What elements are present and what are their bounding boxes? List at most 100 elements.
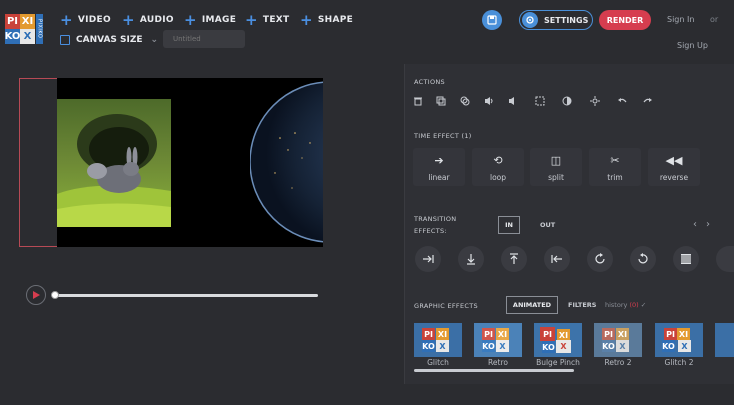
time-effect-reverse[interactable]: ◀◀ reverse [648, 148, 700, 186]
earth-image [250, 78, 323, 247]
canvas-icon [60, 35, 70, 45]
earth-image-clip[interactable] [250, 78, 323, 247]
thumb-tile: PI [422, 328, 435, 340]
pixiko-logo[interactable]: PI XI KO X PIXIKO [5, 14, 43, 44]
chevron-right-icon[interactable]: › [706, 219, 710, 230]
logo-side-text: PIXIKO [36, 14, 43, 44]
effect-thumb-glitch[interactable]: PI XI KO X [414, 323, 462, 357]
add-audio-button[interactable]: + AUDIO [122, 11, 174, 29]
volume-down-icon[interactable] [506, 94, 520, 108]
time-effect-label: trim [607, 173, 623, 182]
logo-tile-2: XI [20, 14, 35, 29]
effect-thumb-retro[interactable]: PI XI KO X [474, 323, 522, 357]
thumb-tile: X [556, 340, 571, 353]
effect-thumb-retro-2[interactable]: PI XI KO X [594, 323, 642, 357]
chevron-left-icon[interactable]: ‹ [693, 219, 697, 230]
effect-thumb-partial[interactable] [715, 323, 734, 357]
effect-label: Retro 2 [604, 358, 632, 367]
crop-icon[interactable] [533, 94, 547, 108]
tab-in[interactable]: IN [498, 216, 520, 234]
chevron-down-icon: ⌄ [150, 35, 159, 45]
copy-icon[interactable] [458, 94, 472, 108]
thumb-tile: XI [436, 328, 449, 340]
tab-animated[interactable]: ANIMATED [506, 296, 558, 314]
thumb-tile: PI [664, 328, 677, 340]
tab-filters[interactable]: FILTERS [568, 301, 597, 309]
thumb-tile: X [616, 340, 629, 352]
play-button[interactable] [26, 285, 46, 305]
contrast-icon[interactable] [560, 94, 574, 108]
plus-icon: + [122, 11, 135, 29]
add-text-button[interactable]: + TEXT [245, 11, 290, 29]
redo-icon[interactable] [641, 94, 655, 108]
trash-icon[interactable] [411, 94, 425, 108]
split-icon: ◫ [550, 154, 562, 167]
gear-icon [522, 12, 538, 28]
scissors-icon: ✂ [610, 154, 620, 167]
arrow-right-icon: ➔ [434, 154, 444, 167]
effect-thumb-bulge-pinch[interactable]: PI XI KO X [534, 323, 582, 357]
add-video-button[interactable]: + VIDEO [60, 13, 111, 28]
add-shape-label: SHAPE [317, 15, 354, 25]
brightness-icon[interactable] [588, 94, 602, 108]
settings-button[interactable]: SETTINGS [519, 10, 593, 30]
time-effect-split[interactable]: ◫ split [530, 148, 582, 186]
pixiko-logo-thumb: PI XI KO X [540, 327, 576, 353]
transition-heading: TRANSITION [414, 215, 457, 223]
thumb-tile: KO [662, 340, 675, 352]
canvas-size-dropdown[interactable]: CANVAS SIZE ⌄ [60, 33, 158, 47]
slide-down-icon[interactable] [458, 246, 484, 272]
time-effect-label: loop [489, 173, 507, 182]
thumb-tile: PI [482, 328, 495, 340]
transition-heading-2: EFFECTS: [414, 227, 447, 235]
render-button[interactable]: RENDER [599, 10, 651, 30]
bunny-video-image [57, 99, 171, 227]
volume-up-icon[interactable] [482, 94, 496, 108]
time-effect-loop[interactable]: ⟲ loop [472, 148, 524, 186]
sign-in-link[interactable]: Sign In [667, 15, 694, 24]
thumb-tile: KO [422, 340, 435, 352]
thumb-tile: KO [482, 340, 495, 352]
sign-up-link[interactable]: Sign Up [677, 41, 708, 50]
time-effect-trim[interactable]: ✂ trim [589, 148, 641, 186]
add-text-label: TEXT [262, 15, 290, 25]
play-icon [33, 291, 40, 299]
add-shape-button[interactable]: + SHAPE [300, 13, 354, 28]
blinds-icon[interactable] [673, 246, 699, 272]
thumb-tile: KO [602, 340, 615, 352]
project-title-input[interactable] [163, 30, 245, 48]
pixiko-logo-thumb: PI XI KO X [600, 327, 636, 353]
bunny-video-clip[interactable] [57, 99, 171, 227]
slide-left-icon[interactable] [544, 246, 570, 272]
thumb-tile: PI [540, 327, 555, 341]
rotate-cw-icon[interactable] [587, 246, 613, 272]
duplicate-icon[interactable] [434, 94, 448, 108]
history-link[interactable]: history (0) ✓ [605, 301, 646, 309]
actions-heading: ACTIONS [414, 78, 445, 86]
undo-icon[interactable] [615, 94, 629, 108]
add-image-button[interactable]: + IMAGE [184, 13, 236, 28]
logo-grid: PI XI KO X [5, 14, 35, 44]
plus-icon: + [245, 11, 258, 29]
thumb-tile: XI [677, 328, 690, 340]
add-video-label: VIDEO [77, 15, 111, 25]
time-effect-heading: TIME EFFECT (1) [414, 132, 472, 140]
time-effect-linear[interactable]: ➔ linear [413, 148, 465, 186]
logo-tile-3: KO [4, 29, 21, 44]
effect-thumb-glitch-2[interactable]: PI XI KO X [655, 323, 703, 357]
thumb-tile: X [436, 340, 449, 352]
pixiko-logo-thumb: PI XI KO X [480, 327, 516, 353]
timeline-knob[interactable] [51, 291, 59, 299]
thumb-tile: XI [496, 328, 509, 340]
thumb-tile: XI [616, 328, 629, 340]
slide-right-icon[interactable] [415, 246, 441, 272]
effects-scrollbar[interactable] [414, 369, 574, 372]
thumb-tile: PI [602, 328, 615, 340]
time-effect-label: split [548, 173, 564, 182]
save-button[interactable] [482, 10, 502, 30]
rotate-ccw-icon[interactable] [630, 246, 656, 272]
slide-up-icon[interactable] [501, 246, 527, 272]
timeline-scrubber[interactable] [53, 294, 318, 297]
effect-label: Bulge Pinch [536, 358, 580, 367]
tab-out[interactable]: OUT [540, 221, 555, 229]
